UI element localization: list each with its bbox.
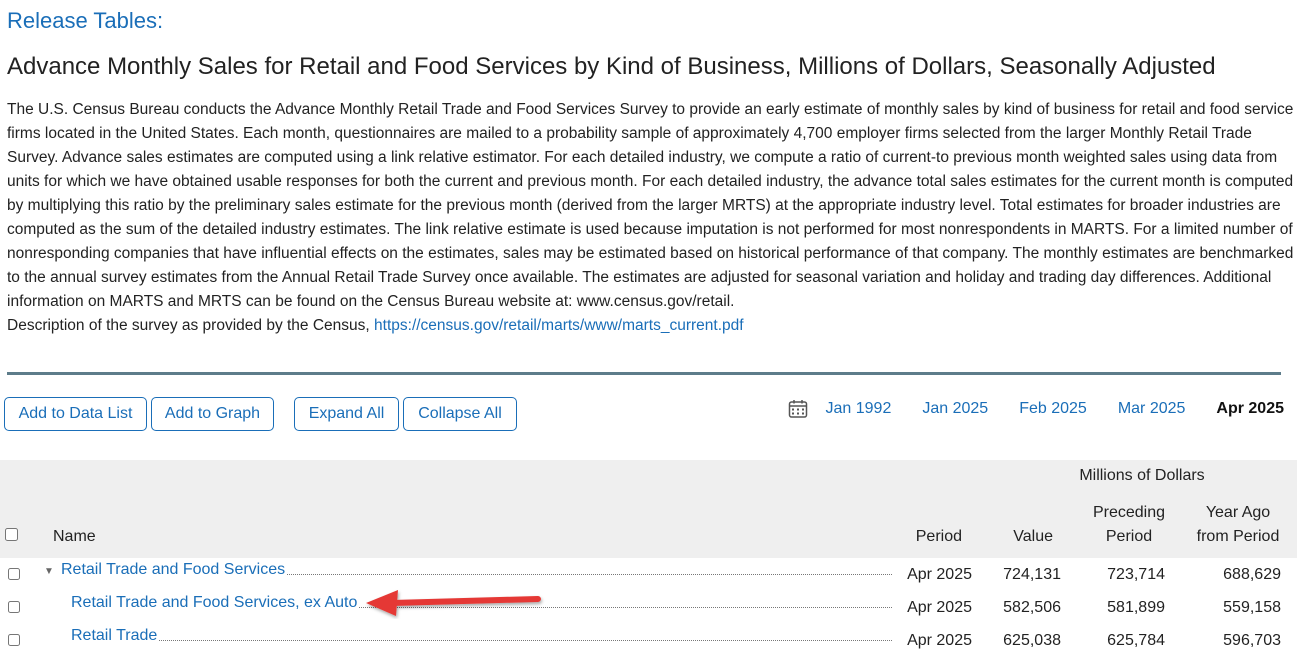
- period-link-mar-2025[interactable]: Mar 2025: [1118, 400, 1186, 418]
- row-preceding: 625,784: [1107, 632, 1165, 649]
- table-row: Retail Trade Apr 2025 625,038 625,784 59…: [0, 624, 1297, 657]
- row-name-link[interactable]: Retail Trade and Food Services, ex Auto: [71, 594, 360, 612]
- row-period: Apr 2025: [907, 566, 972, 583]
- row-period: Apr 2025: [907, 632, 972, 649]
- year-ago-label-line2: from Period: [1196, 528, 1280, 545]
- year-ago-label-line1: Year Ago: [1205, 504, 1271, 521]
- add-to-graph-button[interactable]: Add to Graph: [151, 397, 274, 431]
- add-to-data-list-button[interactable]: Add to Data List: [4, 397, 147, 431]
- row-year-ago: 559,158: [1223, 599, 1281, 616]
- row-preceding: 723,714: [1107, 566, 1165, 583]
- row-value: 724,131: [1003, 566, 1061, 583]
- calendar-icon[interactable]: [788, 399, 808, 419]
- column-header-name[interactable]: Name: [53, 525, 96, 549]
- survey-description: The U.S. Census Bureau conducts the Adva…: [7, 98, 1299, 338]
- units-label: Millions of Dollars: [1079, 467, 1205, 484]
- row-value: 582,506: [1003, 599, 1061, 616]
- row-leader-dots: [240, 574, 892, 575]
- row-checkbox[interactable]: [8, 601, 20, 613]
- period-link-feb-2025[interactable]: Feb 2025: [1019, 400, 1087, 418]
- row-preceding: 581,899: [1107, 599, 1165, 616]
- red-arrow-annotation: [366, 590, 541, 616]
- column-header-year-ago[interactable]: Year Ago from Period: [1188, 501, 1288, 549]
- period-link-jan-1992[interactable]: Jan 1992: [826, 400, 892, 418]
- description-source-prefix: Description of the survey as provided by…: [7, 317, 375, 334]
- description-source: Description of the survey as provided by…: [7, 314, 1299, 338]
- table-row: Retail Trade and Food Services, ex Auto …: [0, 591, 1297, 624]
- row-year-ago: 688,629: [1223, 566, 1281, 583]
- column-header-value[interactable]: Value: [980, 525, 1053, 549]
- column-header-period[interactable]: Period: [890, 525, 962, 549]
- period-navigation: Jan 1992 Jan 2025 Feb 2025 Mar 2025 Apr …: [788, 398, 1284, 420]
- collapse-all-button[interactable]: Collapse All: [403, 397, 517, 431]
- marts-pdf-link[interactable]: https://census.gov/retail/marts/www/mart…: [374, 317, 744, 334]
- expand-all-button[interactable]: Expand All: [294, 397, 399, 431]
- row-name-link[interactable]: Retail Trade and Food Services: [61, 561, 288, 579]
- page-title: Advance Monthly Sales for Retail and Foo…: [7, 53, 1216, 80]
- row-checkbox[interactable]: [8, 634, 20, 646]
- row-checkbox[interactable]: [8, 568, 20, 580]
- release-tables-heading: Release Tables:: [7, 8, 164, 33]
- period-current: Apr 2025: [1216, 400, 1284, 417]
- description-body: The U.S. Census Bureau conducts the Adva…: [7, 101, 1294, 310]
- row-period: Apr 2025: [907, 599, 972, 616]
- table-row: ▼ Retail Trade and Food Services Apr 202…: [0, 558, 1297, 591]
- period-link-jan-2025[interactable]: Jan 2025: [922, 400, 988, 418]
- row-value: 625,038: [1003, 632, 1061, 649]
- column-header-preceding[interactable]: Preceding Period: [1080, 501, 1178, 549]
- preceding-label-line1: Preceding: [1092, 504, 1166, 521]
- preceding-label-line2: Period: [1105, 528, 1153, 545]
- row-name-link[interactable]: Retail Trade: [71, 627, 160, 645]
- row-leader-dots: [150, 640, 892, 641]
- caret-down-icon[interactable]: ▼: [44, 566, 54, 577]
- section-divider: [7, 372, 1281, 375]
- table-header: Millions of Dollars Name Period Value Pr…: [0, 460, 1297, 558]
- select-all-checkbox[interactable]: [5, 528, 18, 541]
- row-year-ago: 596,703: [1223, 632, 1281, 649]
